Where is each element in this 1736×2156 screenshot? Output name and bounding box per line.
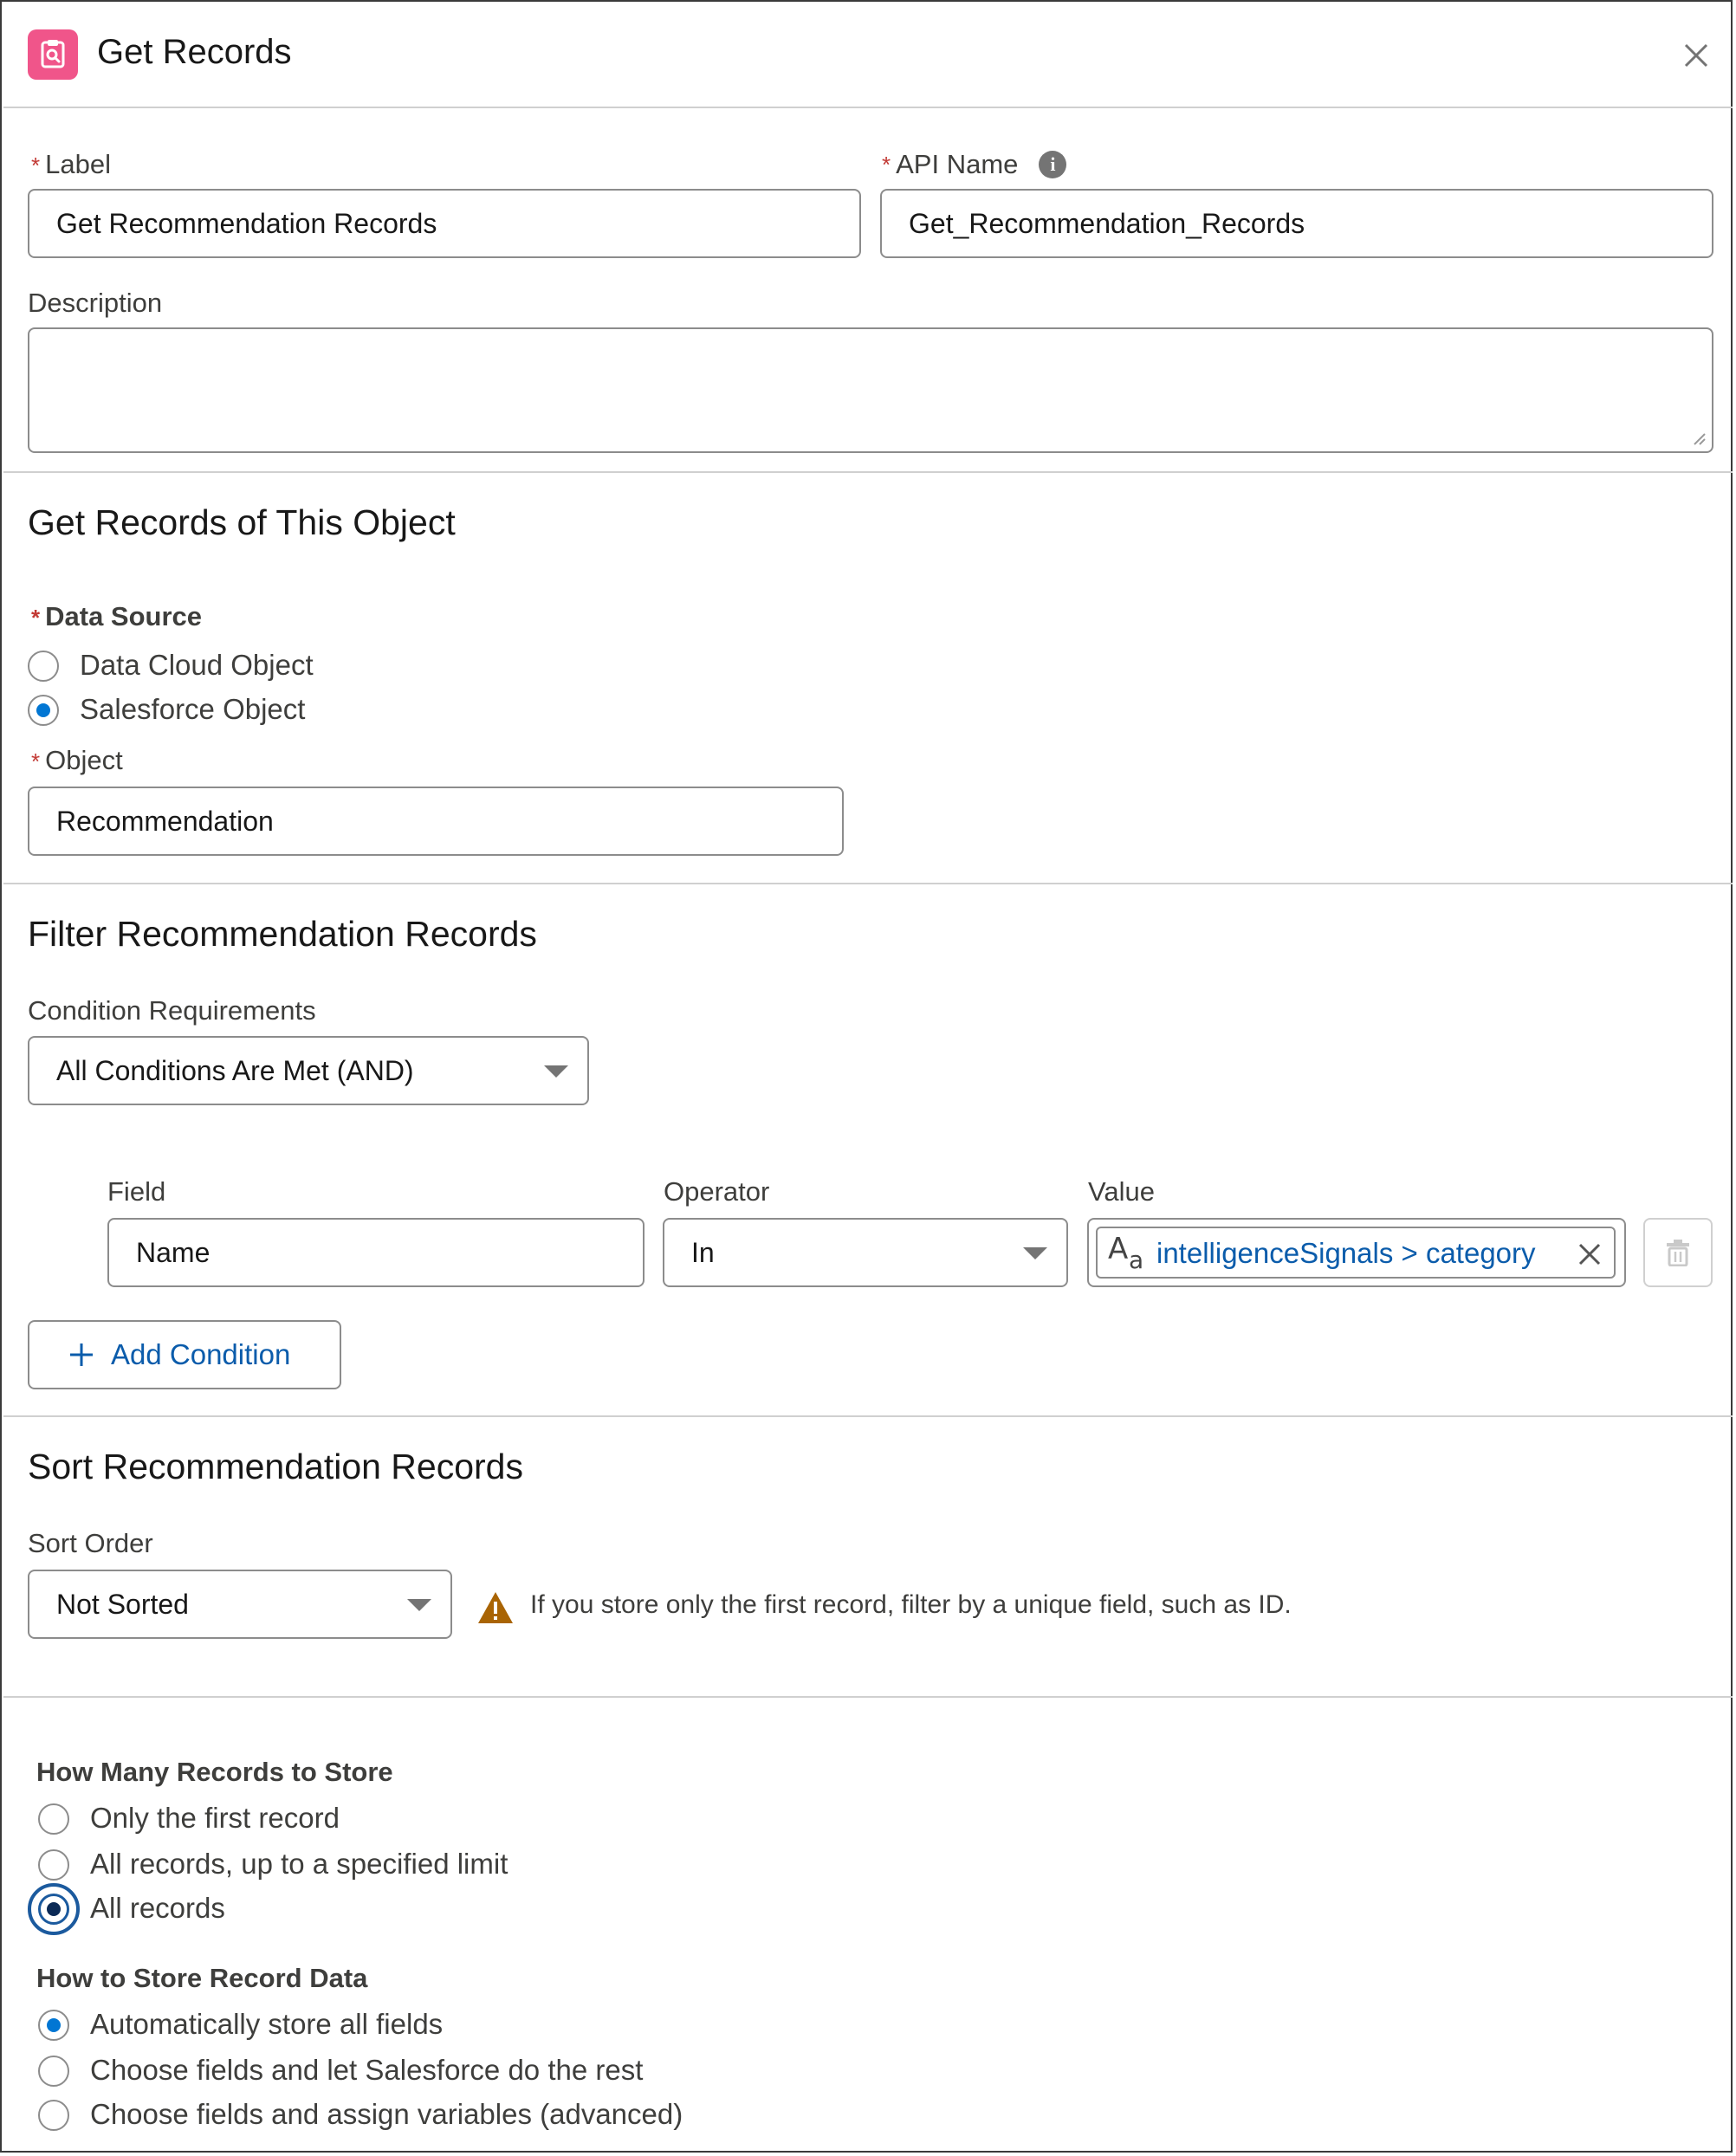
delete-condition-button[interactable]	[1643, 1218, 1713, 1287]
radio-label: Salesforce Object	[80, 693, 306, 725]
radio-label: Automatically store all fields	[90, 2008, 444, 2040]
radio-label: Data Cloud Object	[80, 649, 314, 681]
chevron-down-icon	[544, 1065, 568, 1078]
operator-column-label: Operator	[664, 1176, 770, 1207]
radio-only-first-record[interactable]	[38, 1803, 69, 1835]
radio-salesforce-object[interactable]	[28, 695, 59, 726]
radio-label: Choose fields and let Salesforce do the …	[90, 2054, 644, 2086]
divider	[3, 471, 1733, 473]
panel-title: Get Records	[97, 33, 292, 71]
warning-icon	[478, 1592, 513, 1623]
sort-section-title: Sort Recommendation Records	[28, 1447, 523, 1486]
info-icon[interactable]: i	[1039, 151, 1067, 178]
object-section-title: Get Records of This Object	[28, 502, 456, 542]
close-icon[interactable]	[1677, 36, 1715, 74]
trash-icon	[1667, 1240, 1689, 1266]
object-field-label: * Object	[31, 745, 123, 775]
add-condition-label: Add Condition	[111, 1338, 291, 1370]
label-input[interactable]: Get Recommendation Records	[28, 189, 861, 258]
field-column-label: Field	[107, 1176, 166, 1207]
radio-auto-store-fields[interactable]	[38, 2010, 69, 2041]
api-name-input[interactable]: Get_Recommendation_Records	[880, 189, 1713, 258]
radio-all-records[interactable]	[38, 1894, 69, 1925]
api-name-field-label: * API Name i	[882, 149, 1067, 180]
chevron-down-icon	[1023, 1247, 1047, 1259]
radio-all-records-limit[interactable]	[38, 1849, 69, 1881]
condition-requirements-label: Condition Requirements	[28, 995, 316, 1026]
divider	[3, 883, 1733, 884]
divider	[3, 1696, 1733, 1698]
radio-choose-fields-salesforce[interactable]	[38, 2056, 69, 2087]
data-source-label: * Data Source	[31, 601, 203, 631]
condition-value-input[interactable]: A a intelligenceSignals > category	[1087, 1218, 1626, 1287]
radio-label: All records, up to a specified limit	[90, 1848, 508, 1880]
description-label: Description	[28, 288, 163, 318]
label-field-label: * Label	[31, 149, 111, 179]
radio-data-cloud-object[interactable]	[28, 651, 59, 682]
how-to-store-label: How to Store Record Data	[36, 1963, 368, 1993]
remove-pill-icon[interactable]	[1576, 1240, 1603, 1268]
radio-label: All records	[90, 1892, 225, 1924]
add-icon	[70, 1343, 93, 1366]
value-resource-label: intelligenceSignals > category	[1156, 1237, 1536, 1269]
chevron-down-icon	[407, 1599, 431, 1611]
value-resource-pill: A a intelligenceSignals > category	[1096, 1227, 1616, 1279]
radio-label: Choose fields and assign variables (adva…	[90, 2098, 683, 2130]
object-input[interactable]: Recommendation	[28, 787, 844, 856]
text-type-icon: A a	[1108, 1232, 1144, 1274]
value-column-label: Value	[1088, 1176, 1155, 1207]
sort-warning-text: If you store only the first record, filt…	[530, 1590, 1292, 1619]
divider	[3, 1415, 1733, 1417]
how-many-records-label: How Many Records to Store	[36, 1757, 393, 1787]
sort-order-label: Sort Order	[28, 1528, 153, 1558]
radio-label: Only the first record	[90, 1802, 340, 1834]
description-textarea[interactable]	[28, 327, 1713, 453]
filter-section-title: Filter Recommendation Records	[28, 914, 537, 954]
condition-requirements-select[interactable]: All Conditions Are Met (AND)	[28, 1036, 589, 1105]
sort-order-select[interactable]: Not Sorted	[28, 1570, 452, 1639]
divider	[3, 107, 1733, 108]
condition-field-input[interactable]: Name	[107, 1218, 645, 1287]
condition-operator-select[interactable]: In	[663, 1218, 1068, 1287]
resize-handle-icon[interactable]	[1691, 431, 1707, 446]
radio-choose-fields-variables[interactable]	[38, 2100, 69, 2131]
get-records-icon	[28, 29, 78, 80]
get-records-panel: Get Records * Label Get Recommendation Re…	[0, 0, 1733, 2153]
add-condition-button[interactable]: Add Condition	[28, 1320, 341, 1389]
